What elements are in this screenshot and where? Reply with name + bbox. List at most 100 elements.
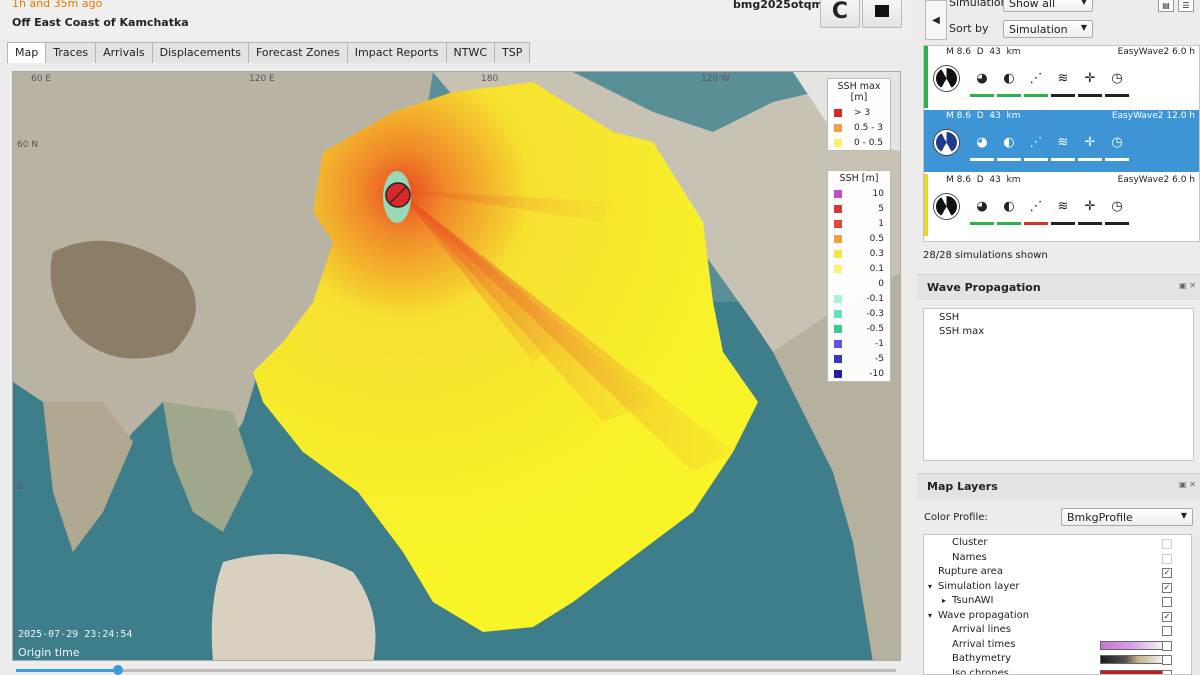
layer-checkbox[interactable]	[1162, 669, 1172, 674]
list-view-button[interactable]: ☰	[1178, 0, 1194, 12]
legend-swatch	[834, 339, 842, 348]
layer-checkbox[interactable]	[1162, 553, 1172, 564]
layer-row[interactable]: Names	[924, 552, 1191, 566]
map-canvas	[13, 72, 900, 660]
color-profile-select[interactable]: BmkgProfile ▼	[1061, 508, 1193, 526]
tab-ntwc[interactable]: NTWC	[445, 42, 496, 63]
legend-swatch	[834, 354, 842, 363]
section-title: Map Layers	[927, 480, 998, 493]
stop-button[interactable]	[862, 0, 902, 28]
legend-row: -10	[828, 366, 890, 381]
tab-map[interactable]: Map	[7, 42, 47, 63]
layer-row[interactable]: Rupture area ✓	[924, 566, 1191, 580]
target-icon[interactable]: ✛	[1080, 68, 1100, 88]
origin-time-label: Origin time	[18, 646, 80, 659]
beachball-small-icon[interactable]: ◐	[999, 132, 1019, 152]
map-timestamp: 2025-07-29 23:24:54	[18, 629, 133, 640]
layer-row[interactable]: Arrival lines	[924, 624, 1191, 638]
layer-checkbox[interactable]: ✓	[1162, 582, 1172, 593]
section-title: Wave Propagation	[927, 281, 1041, 294]
layer-row[interactable]: ▾ Simulation layer ✓	[924, 581, 1191, 595]
timeline-slider[interactable]	[16, 669, 896, 672]
status-bar	[1105, 222, 1129, 225]
status-bar	[1078, 94, 1102, 97]
wave-runup-icon[interactable]: ≋	[1053, 132, 1073, 152]
target-icon[interactable]: ✛	[1080, 196, 1100, 216]
color-ramp	[1100, 655, 1164, 664]
event-id: bmg2025otqm	[733, 0, 823, 11]
layer-checkbox[interactable]	[1162, 539, 1172, 549]
half-circle-icon[interactable]: ◕	[972, 196, 992, 216]
layer-row[interactable]: Cluster	[924, 537, 1191, 551]
legend-row: 10	[828, 186, 890, 201]
color-ramp	[1100, 640, 1164, 650]
layer-checkbox[interactable]: ✓	[1162, 611, 1172, 622]
layer-row[interactable]: ▾ Wave propagation ✓	[924, 610, 1191, 624]
half-circle-icon[interactable]: ◕	[972, 68, 992, 88]
stop-icon	[875, 5, 889, 17]
legend-swatch	[834, 138, 842, 147]
lon-label: 180	[481, 74, 499, 84]
layer-checkbox[interactable]	[1162, 655, 1172, 665]
slip-icon[interactable]: ⋰	[1026, 132, 1046, 152]
layer-checkbox[interactable]	[1162, 626, 1172, 636]
slip-icon[interactable]: ⋰	[1026, 68, 1046, 88]
clock-icon[interactable]: ◷	[1107, 68, 1127, 88]
clock-icon[interactable]: ◷	[1107, 196, 1127, 216]
chevron-down-icon: ▼	[1080, 23, 1087, 32]
chevron-down-icon[interactable]: ▾	[928, 611, 932, 620]
status-bar	[1024, 222, 1048, 225]
tab-traces[interactable]: Traces	[45, 42, 97, 63]
lon-label: 60 E	[31, 74, 51, 84]
wave-runup-icon[interactable]: ≋	[1053, 196, 1073, 216]
simulation-entry[interactable]: M 8.6 D 43 km EasyWave2 6.0 h ◕ ◐ ⋰ ≋ ✛ ◷	[924, 46, 1199, 108]
export-button[interactable]: ▤	[1158, 0, 1174, 12]
legend-label: 10	[872, 188, 884, 199]
tab-impact-reports[interactable]: Impact Reports	[346, 42, 447, 63]
float-close-icon[interactable]: ▣ ✕	[1179, 480, 1196, 489]
map-layers-header: Map Layers ▣ ✕	[917, 473, 1200, 499]
layer-checkbox[interactable]	[1162, 597, 1172, 607]
target-icon[interactable]: ✛	[1080, 132, 1100, 152]
float-close-icon[interactable]: ▣ ✕	[1179, 281, 1196, 290]
simulations-filter-select[interactable]: Show all ▼	[1003, 0, 1093, 12]
lat-label: 0	[17, 482, 23, 492]
layer-checkbox[interactable]	[1162, 640, 1172, 651]
list-item[interactable]: SSH	[939, 312, 959, 323]
tab-arrivals[interactable]: Arrivals	[95, 42, 153, 63]
timeline-handle[interactable]	[113, 665, 124, 675]
layer-row[interactable]: Iso chrones	[924, 668, 1191, 674]
layer-row[interactable]: ▸ TsunAWI	[924, 595, 1191, 609]
layer-name: Bathymetry	[952, 653, 1012, 664]
legend-swatch	[834, 219, 842, 228]
tab-tsp[interactable]: TSP	[494, 42, 531, 63]
map-view[interactable]: 60 E 120 E 180 120 W 60 N 0 SSH max [m] …	[12, 71, 901, 661]
refresh-button[interactable]: C	[820, 0, 860, 28]
clock-icon[interactable]: ◷	[1107, 132, 1127, 152]
layers-scrollbar[interactable]	[1192, 534, 1200, 675]
layer-checkbox[interactable]: ✓	[1162, 568, 1172, 578]
wave-runup-icon[interactable]: ≋	[1053, 68, 1073, 88]
simulation-color-bar	[924, 174, 928, 236]
slip-icon[interactable]: ⋰	[1026, 196, 1046, 216]
layer-row[interactable]: Arrival times	[924, 639, 1191, 653]
chevron-down-icon[interactable]: ▾	[928, 582, 932, 591]
list-item[interactable]: SSH max	[939, 326, 984, 337]
status-bar	[997, 158, 1021, 161]
beachball-small-icon[interactable]: ◐	[999, 68, 1019, 88]
simulations-shown-status: 28/28 simulations shown	[923, 250, 1048, 261]
half-circle-icon[interactable]: ◕	[972, 132, 992, 152]
tab-forecast-zones[interactable]: Forecast Zones	[247, 42, 348, 63]
simulation-entry[interactable]: M 8.6 D 43 km EasyWave2 6.0 h ◕ ◐ ⋰ ≋ ✛ ◷	[924, 174, 1199, 236]
sort-by-select[interactable]: Simulation ▼	[1003, 20, 1093, 38]
legend-swatch	[834, 324, 842, 333]
refresh-icon: C	[831, 0, 849, 24]
beachball-small-icon[interactable]: ◐	[999, 196, 1019, 216]
layer-row[interactable]: Bathymetry	[924, 653, 1191, 667]
collapse-button[interactable]: ◀	[925, 0, 947, 40]
legend-title: SSH [m]	[839, 173, 879, 184]
tab-displacements[interactable]: Displacements	[151, 42, 249, 63]
simulation-entry[interactable]: M 8.6 D 43 km EasyWave2 12.0 h ◕ ◐ ⋰ ≋ ✛ ◷	[924, 110, 1199, 172]
chevron-right-icon[interactable]: ▸	[942, 596, 946, 605]
legend-items: 10 5 1 0.5 0.3 0.1 0 -0.1 -0.3 -0.5 -1 -5 -10	[828, 186, 890, 381]
